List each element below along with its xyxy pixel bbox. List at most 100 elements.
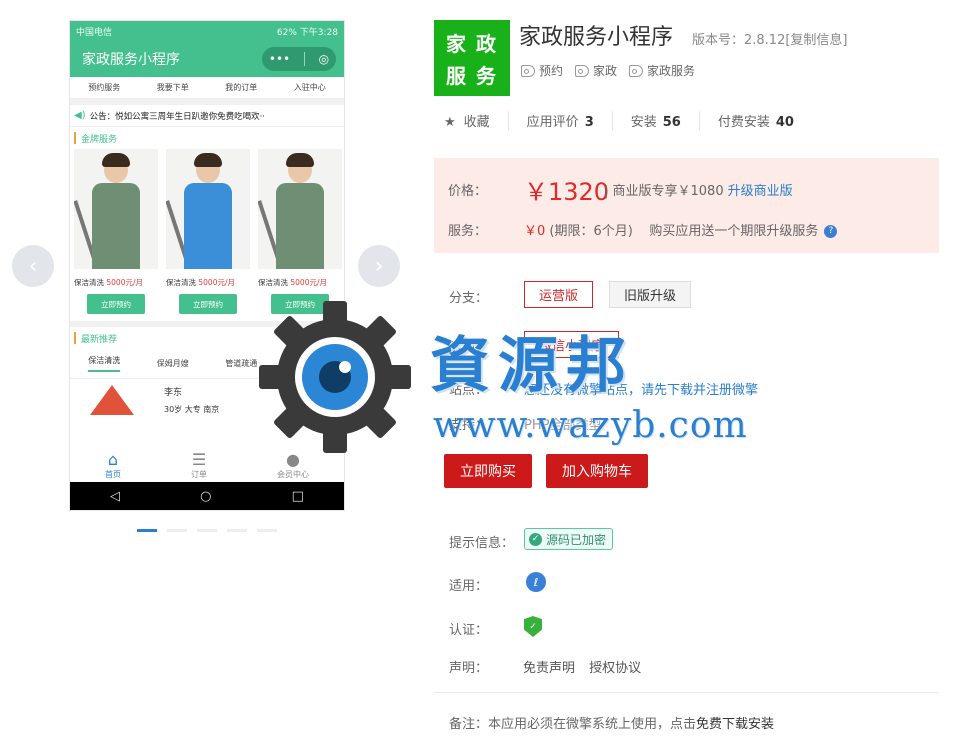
verified-shield-icon: ✓ bbox=[524, 616, 542, 637]
tag-item[interactable]: 家政 bbox=[575, 62, 617, 79]
book-button: 立即预约 bbox=[179, 294, 237, 314]
tag-icon bbox=[521, 64, 535, 77]
license-link[interactable]: 授权协议 bbox=[589, 661, 641, 676]
topnav-item: 入驻中心 bbox=[293, 83, 326, 92]
category-tab: 保姆月嫂 bbox=[156, 359, 189, 368]
more-dots-icon: ••• bbox=[268, 52, 291, 66]
chevron-right-icon: › bbox=[374, 253, 384, 279]
tab-orders: ☰ 订单 bbox=[191, 449, 207, 479]
branch-option-upgrade[interactable]: 旧版升级 bbox=[609, 281, 692, 308]
miniapp-title: 家政服务小程序 bbox=[82, 52, 180, 68]
branch-label: 分支： bbox=[449, 291, 489, 306]
support-value: PHP全部类型 bbox=[524, 418, 602, 433]
service-card: 保洁清洗 5000元/月 立即预约 bbox=[258, 149, 342, 321]
price-label: 价格： bbox=[448, 184, 488, 199]
app-title: 家政服务小程序 bbox=[519, 25, 674, 50]
topnav-item: 我的订单 bbox=[225, 83, 258, 92]
type-option-miniprogram[interactable]: 微信小程序 bbox=[524, 331, 620, 358]
miniapp-title-bar: 家政服务小程序 ••• ◎ bbox=[70, 41, 344, 77]
section-new-title: 最新推荐 bbox=[70, 327, 344, 349]
service-info: ￥0 (期限：6个月) 购买应用送一个期限升级服务? bbox=[524, 220, 838, 239]
carousel-dot[interactable] bbox=[167, 529, 187, 532]
tag-item[interactable]: 预约 bbox=[521, 62, 563, 79]
category-tabs: 保洁清洗 保姆月嫂 管道疏通 家居维修 bbox=[70, 349, 344, 379]
topnav-item: 预约服务 bbox=[88, 83, 121, 92]
service-card: 保洁清洗 5000元/月 立即预约 bbox=[166, 149, 250, 321]
service-caption: 保洁清洗 5000元/月 bbox=[166, 278, 236, 287]
status-right: 62% 下午3:28 bbox=[276, 27, 338, 38]
add-to-cart-button[interactable]: 加入购物车 bbox=[546, 454, 648, 488]
recommend-item: 李东 30岁 大专 南京 bbox=[70, 379, 344, 427]
version-info[interactable]: 版本号：2.8.12[复制信息] bbox=[692, 29, 848, 48]
book-button: 立即预约 bbox=[271, 294, 329, 314]
tag-item[interactable]: 家政服务 bbox=[629, 62, 695, 79]
category-tab: 家居维修 bbox=[293, 359, 326, 368]
paid-install-stat: 付费安装 40 bbox=[698, 111, 812, 130]
section-gold-title: 金牌服务 bbox=[70, 127, 344, 149]
service-photo bbox=[258, 149, 342, 269]
carousel-dot[interactable] bbox=[137, 529, 157, 532]
service-cards: 保洁清洗 5000元/月 立即预约 保洁清洗 5000元/月 立即预约 保洁清洗… bbox=[70, 149, 344, 321]
branch-option-operating[interactable]: 运营版 bbox=[524, 281, 594, 308]
note-text: 备注：本应用必须在微擎系统上使用，点击免费下载安装 bbox=[449, 717, 775, 732]
phone-status-bar: 中国电信 62% 下午3:28 bbox=[70, 21, 344, 41]
product-info-panel: 家政 服务 家政服务小程序 版本号：2.8.12[复制信息] 预约 家政 家政服… bbox=[415, 0, 959, 751]
miniapp-capsule: ••• ◎ bbox=[262, 47, 336, 71]
carousel-dot[interactable] bbox=[227, 529, 247, 532]
screenshot-carousel: 中国电信 62% 下午3:28 家政服务小程序 ••• ◎ 预约服务 我要下单 … bbox=[0, 0, 415, 751]
declare-links: 免责声明 授权协议 bbox=[523, 657, 651, 676]
support-label: 支持： bbox=[449, 418, 489, 433]
install-stat: 安装 56 bbox=[611, 111, 699, 130]
recents-icon: □ bbox=[291, 488, 304, 504]
android-nav-bar: ◁ ○ □ bbox=[70, 482, 344, 510]
carousel-dot[interactable] bbox=[257, 529, 277, 532]
tag-icon bbox=[575, 64, 590, 77]
category-tab: 保洁清洗 bbox=[88, 355, 121, 372]
carrier-label: 中国电信 bbox=[76, 27, 113, 38]
service-photo bbox=[166, 149, 250, 269]
carousel-next-button[interactable]: › bbox=[358, 245, 400, 287]
miniapp-top-nav: 预约服务 我要下单 我的订单 入驻中心 bbox=[70, 77, 344, 99]
hint-label: 提示信息： bbox=[449, 536, 515, 551]
avatar bbox=[90, 385, 134, 415]
app-logo: 家政 服务 bbox=[434, 20, 510, 96]
tab-home: ⌂ 首页 bbox=[105, 449, 121, 479]
apply-label: 适用： bbox=[449, 579, 489, 594]
tab-member: ● 会员中心 bbox=[277, 449, 309, 479]
service-card: 保洁清洗 5000元/月 立即预约 bbox=[74, 149, 158, 321]
order-icon: ☰ bbox=[191, 449, 207, 469]
service-photo bbox=[74, 149, 158, 269]
favorite-button[interactable]: ★ 收藏 bbox=[444, 111, 508, 130]
rating-stat[interactable]: 应用评价 3 bbox=[507, 111, 612, 130]
tag-list: 预约 家政 家政服务 bbox=[521, 62, 695, 79]
type-label: 类别： bbox=[449, 341, 489, 356]
person-detail: 30岁 大专 南京 bbox=[164, 405, 220, 414]
disclaimer-link[interactable]: 免责声明 bbox=[523, 661, 575, 676]
commercial-price: | 商业版专享￥1080 升级商业版 bbox=[604, 184, 793, 199]
carousel-prev-button[interactable]: ‹ bbox=[12, 245, 54, 287]
chevron-left-icon: ‹ bbox=[28, 253, 38, 279]
upgrade-commercial-link[interactable]: 升级商业版 bbox=[728, 184, 793, 199]
back-icon: ◁ bbox=[110, 488, 121, 504]
stats-bar: ★ 收藏 应用评价 3 安装 56 付费安装 40 bbox=[444, 111, 812, 130]
declare-label: 声明： bbox=[449, 661, 489, 676]
free-download-link[interactable]: 免费下载安装 bbox=[696, 717, 774, 732]
category-tab: 管道疏通 bbox=[225, 359, 258, 368]
buy-now-button[interactable]: 立即购买 bbox=[444, 454, 532, 488]
carousel-dot[interactable] bbox=[197, 529, 217, 532]
encrypted-badge: ✓ 源码已加密 bbox=[524, 528, 614, 550]
cert-label: 认证： bbox=[449, 623, 489, 638]
divider bbox=[434, 692, 939, 693]
help-icon[interactable]: ? bbox=[824, 225, 838, 238]
speaker-icon: ◀) bbox=[74, 110, 86, 121]
book-button: 立即预约 bbox=[87, 294, 145, 314]
register-site-link[interactable]: 您还没有微擎站点，请先下载并注册微擎 bbox=[524, 379, 758, 398]
service-caption: 保洁清洗 5000元/月 bbox=[74, 278, 144, 287]
user-icon: ● bbox=[286, 449, 300, 469]
check-icon: ✓ bbox=[529, 532, 542, 546]
close-circle-icon: ◎ bbox=[318, 52, 330, 66]
home-icon: ⌂ bbox=[107, 449, 119, 469]
notice-text: 公告：悦如公寓三周年生日趴邀你免费吃喝欢·· bbox=[89, 111, 265, 122]
miniapp-tab-bar: ⌂ 首页 ☰ 订单 ● 会员中心 bbox=[70, 448, 344, 482]
person-name: 李东 bbox=[164, 388, 183, 398]
